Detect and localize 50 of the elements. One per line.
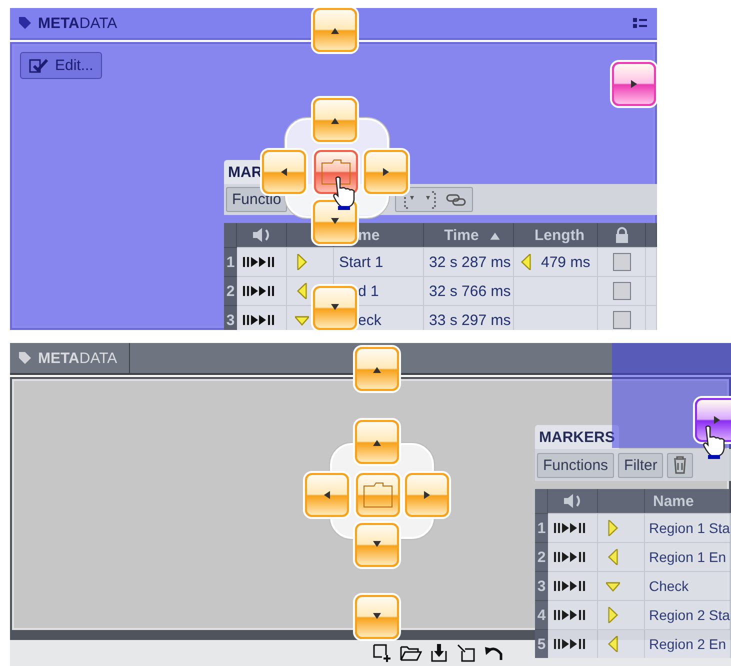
dock-up-button[interactable] [313,98,357,142]
end-marker-icon [519,254,533,270]
marker-name: Check [649,578,689,594]
delete-button[interactable] [667,452,694,478]
marker-name: Region 1 Sta [649,520,730,536]
dock-center-button[interactable] [314,150,358,194]
folder-icon [363,482,393,508]
lock-icon [614,227,628,243]
column-header[interactable]: Length [534,226,584,244]
dock-left-button[interactable] [262,150,306,194]
right-arrow-icon [381,167,391,177]
functions-button[interactable]: Functions [537,452,614,478]
panel-title: METADATA [38,14,118,32]
dock-down-button[interactable] [313,200,357,244]
lock-checkbox[interactable] [612,253,630,271]
lock-checkbox[interactable] [612,311,630,329]
right-arrow-icon [422,490,432,500]
column-header[interactable]: Name [653,492,694,510]
left-arrow-icon [322,490,332,500]
marker-time: 33 s 297 ms [429,312,511,328]
marker-name: eck [358,312,382,328]
dock-up-button[interactable] [355,347,399,391]
edit-button[interactable]: Edit... [20,52,102,79]
tag-icon [18,16,32,30]
marker-name: Region 2 En [649,636,726,652]
marker-name: Region 2 Sta [649,607,730,623]
lock-checkbox[interactable] [612,282,630,300]
left-arrow-icon [279,167,289,177]
marker-time: 32 s 287 ms [429,254,511,270]
trash-icon [672,454,688,474]
marker-name: Start 1 [339,254,384,270]
menu-icon[interactable] [633,18,647,28]
marker-name: Region 1 En [649,549,726,565]
column-header[interactable]: me [358,226,380,244]
right-arrow-icon [712,415,722,425]
dock-left-button[interactable] [305,473,349,517]
panel-title: MARKERS [535,425,619,449]
dock-right-button[interactable] [695,398,731,442]
marker-name: d 1 [358,282,379,300]
panel-title: METADATA [38,350,118,366]
folder-icon [321,159,351,185]
tag-icon [18,351,32,365]
right-arrow-icon [629,79,639,89]
dock-up-button[interactable] [313,8,357,52]
column-header[interactable]: Time [444,226,479,244]
filter-button[interactable]: Filter [618,452,664,478]
marker-time: 32 s 766 ms [429,282,511,300]
dock-up-button[interactable] [355,420,399,464]
checkbox-icon [29,58,49,74]
marker-length: 479 ms [541,254,590,270]
